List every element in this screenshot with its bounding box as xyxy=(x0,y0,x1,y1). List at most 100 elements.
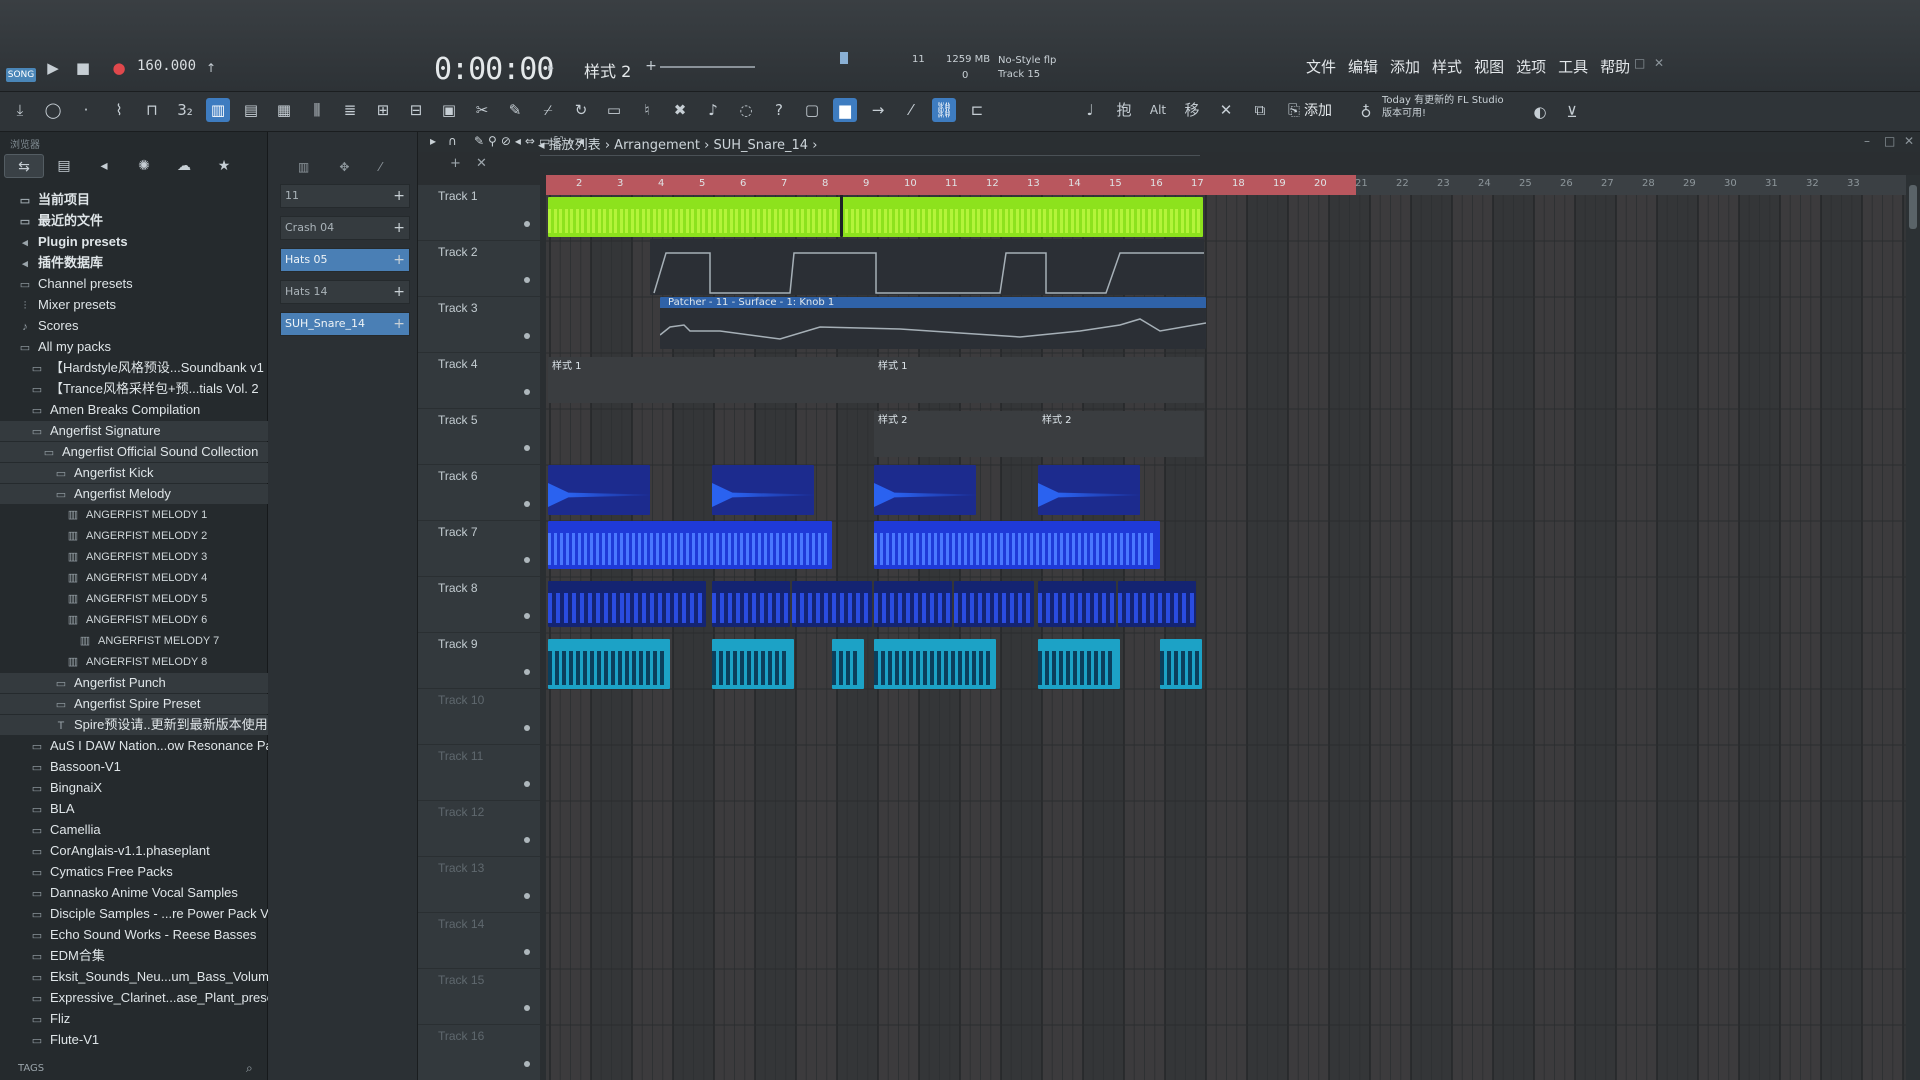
paste-icon[interactable]: ⎘ xyxy=(1282,98,1306,122)
save-icon[interactable]: ⤓ xyxy=(8,98,32,122)
chat-icon[interactable]: ◌ xyxy=(734,98,758,122)
track-mute-led[interactable] xyxy=(524,333,530,339)
audio-clip[interactable] xyxy=(792,581,872,627)
audio-clip[interactable] xyxy=(548,639,670,689)
audio-clip[interactable] xyxy=(1038,465,1140,515)
picker-add-icon[interactable]: + xyxy=(393,281,405,303)
bar-number[interactable]: 12 xyxy=(986,178,999,189)
audio-clip[interactable] xyxy=(1038,639,1120,689)
bar-number[interactable]: 29 xyxy=(1683,178,1696,189)
menu-patterns[interactable]: 样式 xyxy=(1432,56,1462,77)
browser-item[interactable]: ▭ Amen Breaks Compilation xyxy=(0,400,268,420)
browser-item[interactable]: ▭ Echo Sound Works - Reese Basses xyxy=(0,925,268,945)
menu-tools[interactable]: 工具 xyxy=(1558,56,1588,77)
master-volume-slider[interactable] xyxy=(660,66,755,68)
track-name[interactable]: Track 6 xyxy=(438,469,478,483)
track-name[interactable]: Track 13 xyxy=(438,861,484,875)
picker-item[interactable]: Hats 05 + xyxy=(280,248,410,272)
audio-tools-icon[interactable]: ✖ xyxy=(668,98,692,122)
playlist-menu-icon[interactable]: ▸ xyxy=(430,134,436,148)
browser-tab-all-icon[interactable]: ⇆ xyxy=(4,154,44,178)
browser-item[interactable]: ⫶ Mixer presets xyxy=(0,295,268,315)
browser-item[interactable]: ▭ AuS I DAW Nation...ow Resonance Pack xyxy=(0,736,268,756)
cpu-meter-icon[interactable]: ▆ xyxy=(833,98,857,122)
piano-roll-view-icon[interactable]: ▤ xyxy=(239,98,263,122)
browser-item[interactable]: ▭ BingnaiX xyxy=(0,778,268,798)
time-display[interactable]: 0:00:00 xyxy=(434,52,554,87)
copy-icon[interactable]: ⧉ xyxy=(1248,98,1272,122)
picker-add-icon[interactable]: + xyxy=(393,185,405,207)
browser-item[interactable]: T Spire预设请..更新到最新版本使用 xyxy=(0,715,268,735)
browser-item[interactable]: ▭ 【Trance风格采样包+预...tials Vol. 2 xyxy=(0,379,268,399)
bar-number[interactable]: 27 xyxy=(1601,178,1614,189)
track-name[interactable]: Track 16 xyxy=(438,1029,484,1043)
audio-clip[interactable] xyxy=(1118,581,1196,627)
link-icon[interactable]: ⛓ xyxy=(932,98,956,122)
browser-item[interactable]: ▭ Angerfist Kick xyxy=(0,463,268,483)
audio-clip[interactable] xyxy=(1160,639,1202,689)
track-header[interactable]: Track 15 xyxy=(418,969,540,1025)
add-channel-label[interactable]: 添加 xyxy=(1304,100,1332,120)
browser-item[interactable]: ▭ Fliz xyxy=(0,1009,268,1029)
track-name[interactable]: Track 1 xyxy=(438,189,478,203)
delete-icon[interactable]: ✕ xyxy=(1214,98,1238,122)
bar-number[interactable]: 5 xyxy=(699,178,705,189)
browser-item[interactable]: ◂ Plugin presets xyxy=(0,232,268,252)
mic-input-icon[interactable]: ♁ xyxy=(1354,100,1378,124)
project-tree-icon[interactable]: ⊟ xyxy=(404,98,428,122)
news-panel[interactable]: Today 有更新的 FL Studio 版本可用! xyxy=(1382,94,1504,120)
template-icon[interactable]: ▣ xyxy=(437,98,461,122)
browser-item[interactable]: ▥ ANGERFIST MELODY 5 xyxy=(0,589,268,609)
browser-item[interactable]: ▥ ANGERFIST MELODY 1 xyxy=(0,505,268,525)
browser-item[interactable]: ▥ ANGERFIST MELODY 8 xyxy=(0,652,268,672)
minimize-icon[interactable]: – xyxy=(1612,56,1618,70)
menu-add[interactable]: 添加 xyxy=(1390,56,1420,77)
track-mute-led[interactable] xyxy=(524,277,530,283)
menu-options[interactable]: 选项 xyxy=(1516,56,1546,77)
bar-number[interactable]: 25 xyxy=(1519,178,1532,189)
track-header[interactable]: Track 10 xyxy=(418,689,540,745)
bar-number[interactable]: 20 xyxy=(1314,178,1327,189)
audio-clip[interactable] xyxy=(874,581,952,627)
browser-item[interactable]: ▭ Channel presets xyxy=(0,274,268,294)
browser-item[interactable]: ▭ 当前项目 xyxy=(0,190,268,210)
menu-view[interactable]: 视图 xyxy=(1474,56,1504,77)
add-track-icon[interactable]: + xyxy=(450,156,461,171)
pattern-clip[interactable]: 样式 1 xyxy=(874,357,1204,403)
bar-number[interactable]: 16 xyxy=(1150,178,1163,189)
track-name[interactable]: Track 2 xyxy=(438,245,478,259)
track-header[interactable]: Track 1 xyxy=(418,185,540,241)
record-icon[interactable]: ● xyxy=(108,58,130,78)
playlist-close-icon[interactable]: ✕ xyxy=(1904,134,1914,148)
browser-item[interactable]: ▥ ANGERFIST MELODY 4 xyxy=(0,568,268,588)
browser-item[interactable]: ▭ Expressive_Clarinet...ase_Plant_preset_… xyxy=(0,988,268,1008)
track-header[interactable]: Track 16 xyxy=(418,1025,540,1080)
automation-clip[interactable] xyxy=(650,239,1204,295)
microphone-icon[interactable]: ♪ xyxy=(701,98,725,122)
browser-item[interactable]: ▭ All my packs xyxy=(0,337,268,357)
browser-item[interactable]: ▭ Angerfist Punch xyxy=(0,673,268,693)
browser-item[interactable]: ▭ BLA xyxy=(0,799,268,819)
master-pitch-slider[interactable] xyxy=(840,52,848,64)
picker-add-icon[interactable]: + xyxy=(393,217,405,239)
audio-clip[interactable] xyxy=(548,197,1203,237)
brush-icon[interactable]: ⌿ xyxy=(536,98,560,122)
bar-number[interactable]: 14 xyxy=(1068,178,1081,189)
cart-icon[interactable]: ⊻ xyxy=(1560,100,1584,124)
track-header[interactable]: Track 11 xyxy=(418,745,540,801)
track-mute-led[interactable] xyxy=(524,781,530,787)
pattern-clip[interactable]: 样式 2 xyxy=(874,411,1038,457)
bar-number[interactable]: 11 xyxy=(945,178,958,189)
audio-clip[interactable] xyxy=(548,521,832,569)
menu-file[interactable]: 文件 xyxy=(1306,56,1336,77)
bar-number[interactable]: 30 xyxy=(1724,178,1737,189)
browser-tab-plugins-icon[interactable]: ✺ xyxy=(124,154,164,178)
speaker-icon[interactable]: ◂ xyxy=(538,138,549,153)
wand-icon[interactable]: ⁄ xyxy=(899,98,923,122)
track-mute-led[interactable] xyxy=(524,221,530,227)
bar-number[interactable]: 10 xyxy=(904,178,917,189)
timeline-ruler[interactable]: 2 3 4 5 6 7 8 9 10 11 12 13 14 15 16 17 18 19 20 21 22 23 24 25… xyxy=(546,175,1906,195)
browser-item[interactable]: ▭ EDM合集 xyxy=(0,946,268,966)
playlist-minimize-icon[interactable]: – xyxy=(1864,134,1870,148)
magnet-icon[interactable]: ∩ xyxy=(448,134,457,148)
